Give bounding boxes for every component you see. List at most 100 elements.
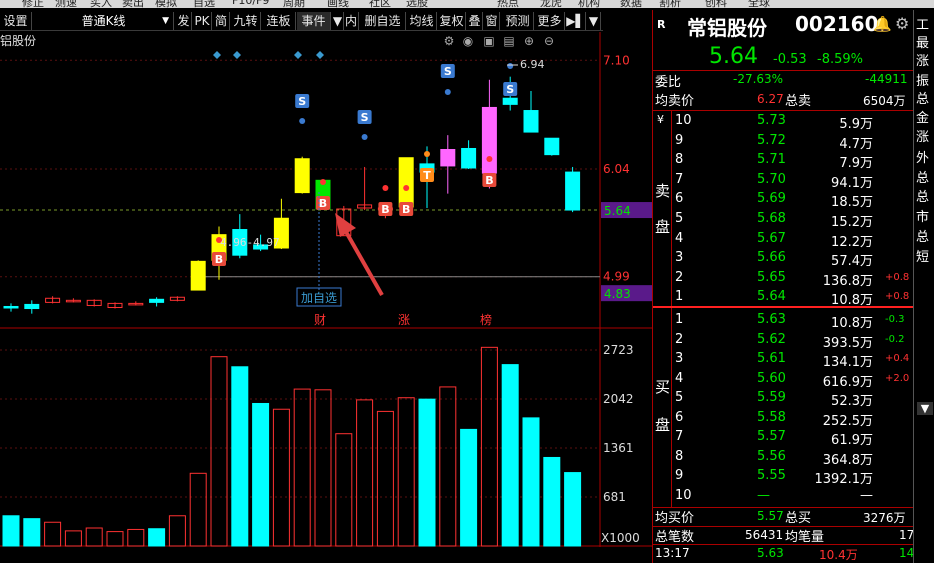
buy-signal-badge-label: B <box>215 253 223 266</box>
buy-signal-badge[interactable]: B <box>399 202 414 216</box>
top-menu-item[interactable]: 自选 <box>193 0 215 8</box>
event-label[interactable]: 财 <box>314 313 326 327</box>
toolbar-item[interactable]: 内 <box>344 12 359 30</box>
volume-bar <box>543 456 561 547</box>
toolbar-item[interactable]: 九转 <box>231 12 261 30</box>
top-menu-item[interactable]: 机构 <box>578 0 600 8</box>
signal-dot <box>299 118 306 124</box>
level-price: 5.69 <box>757 191 786 207</box>
toolbar-item[interactable]: 均线 <box>407 12 437 30</box>
event-label[interactable]: 涨 <box>398 312 410 327</box>
top-menu-item[interactable]: 画线 <box>327 0 349 8</box>
volume-bar <box>439 386 457 547</box>
toolbar-item[interactable]: 简 <box>213 12 230 30</box>
toolbar-item[interactable]: 连板 <box>262 12 296 30</box>
top-menu-item[interactable]: 卖出 <box>122 0 144 8</box>
top-menu-item[interactable]: 测速 <box>55 0 77 8</box>
period-select[interactable]: 普通K线 ▼ <box>34 12 174 30</box>
event-label[interactable]: 榜 <box>480 312 492 327</box>
total-buy-label: 总买 <box>785 511 812 526</box>
bell-icon[interactable]: 🔔 <box>873 15 892 33</box>
volume-bar <box>2 515 20 547</box>
level-volume: 616.9万 <box>822 374 873 390</box>
add-watchlist-label: 加自选 <box>301 291 337 305</box>
signal-dot <box>320 179 326 185</box>
chevron-down-icon[interactable]: ▼ <box>917 402 933 415</box>
event-diamond-icon[interactable] <box>213 51 221 59</box>
top-menu-item[interactable]: 买入 <box>90 0 112 8</box>
side-stat-label: 金 <box>916 111 930 126</box>
gear-icon[interactable]: ⚙ <box>895 14 909 33</box>
sell-signal-badge[interactable]: S <box>440 64 455 78</box>
tick-price: 5.63 <box>757 546 784 560</box>
settings-button[interactable]: 设置 <box>0 12 32 30</box>
toolbar-item[interactable]: ▼ <box>332 12 344 30</box>
level-number: 6 <box>675 191 684 207</box>
sell-signal-badge-label: S <box>444 65 452 78</box>
candle-body <box>3 305 19 309</box>
toolbar-item[interactable]: 叠 <box>467 12 483 30</box>
top-menu-item[interactable]: F10/F9 <box>232 0 269 7</box>
level-delta: +0.8 <box>885 291 910 303</box>
toolbar-item[interactable]: 预测 <box>502 12 534 30</box>
plus-icon[interactable]: ⊕ <box>524 34 534 48</box>
top-menu-item[interactable]: 数据 <box>620 0 642 8</box>
top-menu-item[interactable]: 全球 <box>748 0 770 8</box>
top-menu-item[interactable]: 龙虎 <box>540 0 562 8</box>
top-menu-item[interactable]: 模拟 <box>155 0 177 8</box>
event-diamond-icon[interactable] <box>233 51 241 59</box>
buy-level-row: 4 5.60 616.9万 +2.0 <box>653 369 917 390</box>
sell-signal-badge[interactable]: S <box>357 110 372 124</box>
side-stat-label: 总 <box>916 230 930 245</box>
toolbar-item[interactable]: ▼ <box>587 12 601 30</box>
top-menu-item[interactable]: 周期 <box>283 0 305 8</box>
arrow-head <box>335 213 356 237</box>
volume-axis-label: 1361 <box>603 441 634 455</box>
top-menu-item[interactable]: 创科 <box>705 0 727 8</box>
toolbar-item[interactable]: 删自选 <box>360 12 406 30</box>
minus-icon[interactable]: ⊖ <box>544 34 554 48</box>
toolbar-item[interactable]: 发 <box>176 12 192 30</box>
top-menu-item[interactable]: 选股 <box>406 0 428 8</box>
volume-bar <box>23 518 41 547</box>
trade-signal-badge[interactable]: T <box>420 168 434 182</box>
gear-icon[interactable]: ⚙ <box>444 34 455 48</box>
top-menu-item[interactable]: 热点 <box>497 0 519 8</box>
level-number: 2 <box>675 269 684 285</box>
level-price: 5.58 <box>757 409 786 425</box>
buy-signal-badge[interactable]: B <box>378 202 393 216</box>
sell-signal-badge[interactable]: S <box>295 94 310 108</box>
level-volume: 252.5万 <box>822 413 873 429</box>
sell-level-row: 5 5.68 15.2万 <box>653 209 917 230</box>
top-menu-item[interactable]: 社区 <box>369 0 391 8</box>
top-menu-item[interactable]: 修正 <box>22 0 44 8</box>
kline-chart[interactable]: BB B BBSSSST6.944.96-4.97加自选财涨榜7.106.044.9… <box>0 32 652 547</box>
buy-level-row: 2 5.62 393.5万 -0.2 <box>653 330 917 351</box>
buy-signal-badge[interactable]: B <box>212 252 226 266</box>
event-diamond-icon[interactable] <box>294 51 302 59</box>
signal-dot <box>444 89 451 95</box>
divider <box>653 70 917 71</box>
toolbar-item[interactable]: ▶▌ <box>566 12 586 30</box>
eye-icon[interactable]: ◉ <box>463 34 473 48</box>
toolbar-item[interactable]: PK <box>193 12 212 30</box>
sell-signal-badge[interactable]: S <box>503 82 518 96</box>
toolbar-item[interactable]: 复权 <box>438 12 466 30</box>
sell-level-row: 8 5.71 7.9万 <box>653 150 917 171</box>
level-price: 5.68 <box>757 211 786 226</box>
volume-bar <box>106 531 124 547</box>
buy-signal-badge[interactable]: B <box>482 173 497 187</box>
top-menu-item[interactable]: 割析 <box>659 0 681 8</box>
add-watchlist-button[interactable]: 加自选 <box>296 287 342 307</box>
level-volume: 4.7万 <box>839 136 873 152</box>
buy-signal-badge[interactable]: B <box>316 196 330 210</box>
volume-axis-label: 2723 <box>603 343 634 357</box>
lock-icon[interactable]: ▣ <box>483 34 494 48</box>
level-number: 3 <box>675 351 684 366</box>
box-icon[interactable]: ▤ <box>503 34 514 48</box>
event-diamond-icon[interactable] <box>316 51 324 59</box>
toolbar-item[interactable]: 窗 <box>484 12 500 30</box>
toolbar-item[interactable]: 事件 <box>297 12 331 30</box>
toolbar-item[interactable]: 更多 <box>535 12 565 30</box>
quote-panel: R 常铝股份 002160 🔔 ⚙ 5.64 -0.53 -8.59% 委比 -27.63% -44… <box>652 10 917 563</box>
